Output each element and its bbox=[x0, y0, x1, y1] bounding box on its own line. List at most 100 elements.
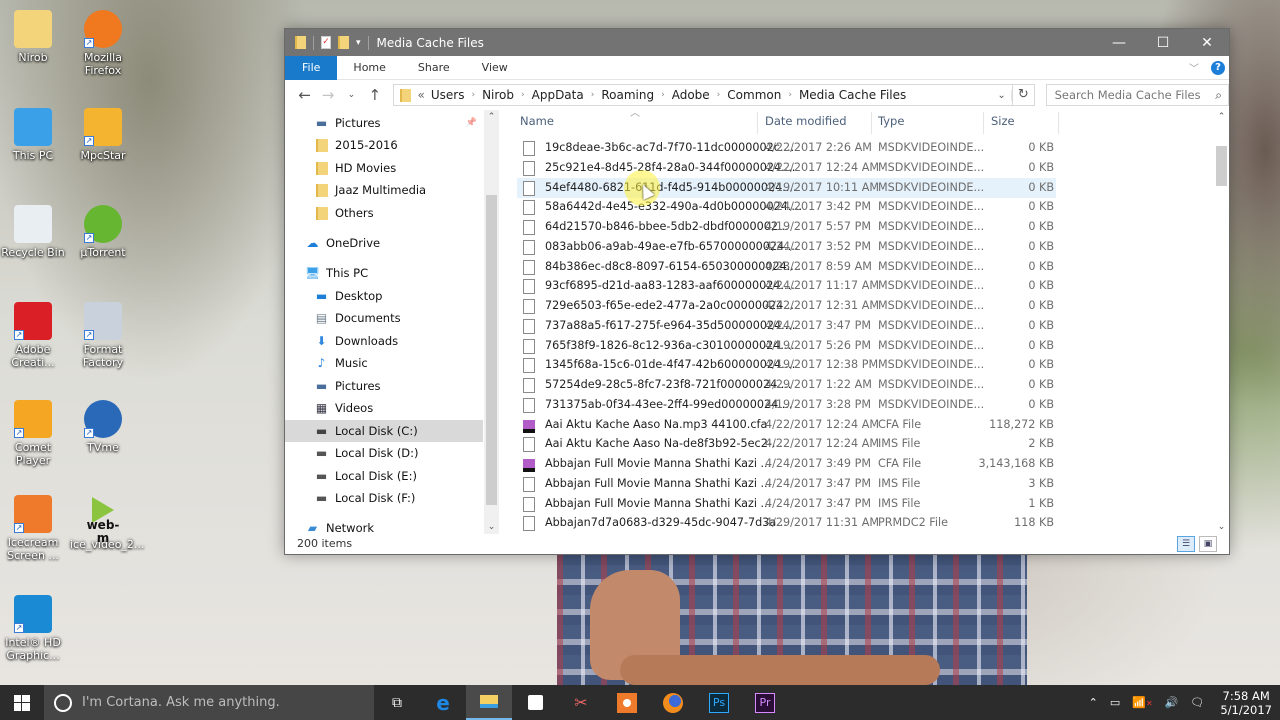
nav-item-others[interactable]: Others bbox=[285, 202, 483, 224]
edge-icon[interactable]: e bbox=[420, 685, 466, 720]
desktop-icon-webm-file[interactable]: web-m ice_video_2... bbox=[70, 495, 144, 551]
start-button[interactable] bbox=[0, 685, 44, 720]
nav-item-pictures[interactable]: ▬ Pictures 📌 bbox=[285, 112, 483, 134]
refresh-button[interactable]: ↻ bbox=[1013, 84, 1035, 106]
file-row[interactable]: 083abb06-a9ab-49ae-e7fb-657000000024....… bbox=[517, 237, 1056, 257]
cortana-search-box[interactable]: I'm Cortana. Ask me anything. bbox=[44, 685, 374, 720]
recent-locations-button[interactable]: ⌄ bbox=[340, 90, 363, 100]
forward-button[interactable]: → bbox=[316, 86, 339, 104]
scroll-up-arrow[interactable]: ⌃ bbox=[1214, 112, 1229, 122]
tab-view[interactable]: View bbox=[466, 56, 524, 80]
nav-item-documents[interactable]: ▤ Documents bbox=[285, 307, 483, 329]
desktop-icon-adobe-cc[interactable]: ↗ Adobe Creati... bbox=[0, 302, 66, 369]
properties-icon[interactable]: ✓ bbox=[321, 36, 331, 49]
desktop-icon-this-pc[interactable]: This PC bbox=[0, 108, 66, 162]
address-bar[interactable]: « Users › Nirob › AppData › Roaming › Adobe › Comm… bbox=[392, 84, 1014, 106]
close-button[interactable]: ✕ bbox=[1185, 29, 1229, 56]
breadcrumb-item[interactable]: Media Cache Files bbox=[799, 88, 906, 102]
scroll-up-arrow[interactable]: ⌃ bbox=[484, 112, 499, 122]
nav-item-music[interactable]: ♪ Music bbox=[285, 352, 483, 374]
file-row[interactable]: 58a6442d-4e45-e332-490a-4d0b00000024....… bbox=[517, 197, 1056, 217]
nav-item-this-pc[interactable]: 🖥 This PC bbox=[285, 262, 483, 284]
file-row[interactable]: Aai Aktu Kache Aaso Na.mp3 44100.cfa 4/22… bbox=[517, 415, 1056, 435]
column-separator[interactable] bbox=[1058, 112, 1059, 134]
file-explorer-icon[interactable] bbox=[466, 685, 512, 720]
file-row[interactable]: Aai Aktu Kache Aaso Na-de8f3b92-5ec2-...… bbox=[517, 434, 1056, 454]
breadcrumb-chevron-icon[interactable]: › bbox=[717, 90, 721, 100]
desktop-icon-user-folder[interactable]: Nirob bbox=[0, 10, 66, 64]
file-row[interactable]: 19c8deae-3b6c-ac7d-7f70-11dc0000002c....… bbox=[517, 138, 1056, 158]
file-row[interactable]: 731375ab-0f34-43ee-2ff4-99ed00000024....… bbox=[517, 395, 1056, 415]
file-row[interactable]: 729e6503-f65e-ede2-477a-2a0c00000024....… bbox=[517, 296, 1056, 316]
wifi-disconnected-icon[interactable]: 📶✕ bbox=[1132, 696, 1152, 709]
back-button[interactable]: ← bbox=[293, 86, 316, 104]
nav-item-2015-2016[interactable]: 2015-2016 bbox=[285, 134, 483, 156]
breadcrumb-chevron-icon[interactable]: › bbox=[591, 90, 595, 100]
breadcrumb-chevron-icon[interactable]: › bbox=[471, 90, 475, 100]
file-row[interactable]: 93cf6895-d21d-aa83-1283-aaf600000024....… bbox=[517, 276, 1056, 296]
column-separator[interactable] bbox=[983, 112, 984, 134]
overflow-crumb[interactable]: « bbox=[418, 88, 425, 102]
tab-home[interactable]: Home bbox=[337, 56, 401, 80]
column-separator[interactable] bbox=[757, 112, 758, 134]
file-row[interactable]: 765f38f9-1826-8c12-936a-c30100000024....… bbox=[517, 336, 1056, 356]
column-header-name[interactable]: Name bbox=[520, 114, 554, 134]
address-dropdown-icon[interactable]: ⌄ bbox=[992, 89, 1013, 101]
large-icons-view-button[interactable]: ▣ bbox=[1199, 536, 1217, 552]
breadcrumb-item[interactable]: Common bbox=[727, 88, 781, 102]
file-row[interactable]: Abbajan Full Movie Manna Shathi Kazi ...… bbox=[517, 494, 1056, 514]
breadcrumb-chevron-icon[interactable]: › bbox=[521, 90, 525, 100]
desktop-icon-recycle-bin[interactable]: Recycle Bin bbox=[0, 205, 66, 259]
breadcrumb-chevron-icon[interactable]: › bbox=[661, 90, 665, 100]
maximize-button[interactable]: ☐ bbox=[1141, 29, 1185, 56]
customize-qat-icon[interactable]: ▾ bbox=[356, 38, 361, 48]
file-row[interactable]: 57254de9-28c5-8fc7-23f8-721f00000024....… bbox=[517, 375, 1056, 395]
nav-pane-scrollbar[interactable]: ⌃ ⌄ bbox=[484, 110, 499, 534]
nav-item-downloads[interactable]: ⬇ Downloads bbox=[285, 330, 483, 352]
desktop-icon-utorrent[interactable]: ↗ µTorrent bbox=[70, 205, 136, 259]
desktop-icon-intel-graphics[interactable]: ↗ Intel® HD Graphic... bbox=[0, 595, 66, 662]
file-row[interactable]: 64d21570-b846-bbee-5db2-dbdf0000002... 4/… bbox=[517, 217, 1056, 237]
scroll-down-arrow[interactable]: ⌄ bbox=[1214, 522, 1229, 532]
show-hidden-icons[interactable]: ⌃ bbox=[1089, 696, 1098, 709]
pin-icon[interactable]: 📌 bbox=[466, 118, 477, 128]
firefox-icon[interactable] bbox=[650, 685, 696, 720]
details-view-button[interactable]: ☰ bbox=[1177, 536, 1195, 552]
help-icon[interactable]: ? bbox=[1211, 60, 1225, 75]
volume-icon[interactable]: 🔊 bbox=[1165, 696, 1179, 709]
scroll-down-arrow[interactable]: ⌄ bbox=[484, 522, 499, 532]
file-row[interactable]: 737a88a5-f617-275f-e964-35d500000024....… bbox=[517, 316, 1056, 336]
desktop-icon-tvme[interactable]: ↗ TVme bbox=[70, 400, 136, 454]
action-center-icon[interactable]: 🗨 bbox=[1190, 696, 1204, 709]
nav-item-desktop[interactable]: ▬ Desktop bbox=[285, 285, 483, 307]
breadcrumb-item[interactable]: Roaming bbox=[601, 88, 654, 102]
battery-icon[interactable]: ▭ bbox=[1110, 696, 1120, 709]
desktop-icon-mpcstar[interactable]: ↗ MpcStar bbox=[70, 108, 136, 162]
tab-file[interactable]: File bbox=[285, 55, 338, 80]
column-header-date[interactable]: Date modified bbox=[765, 114, 847, 134]
breadcrumb-item[interactable]: Users bbox=[431, 88, 465, 102]
file-row[interactable]: 25c921e4-8d45-28f4-28a0-344f00000024....… bbox=[517, 158, 1056, 178]
file-row[interactable]: Abbajan7d7a0683-d329-45dc-9047-7d3a... 4/… bbox=[517, 513, 1056, 533]
file-row[interactable]: 84b386ec-d8c8-8097-6154-650300000024....… bbox=[517, 257, 1056, 277]
column-header-size[interactable]: Size bbox=[991, 114, 1015, 134]
nav-item-pictures[interactable]: ▬ Pictures bbox=[285, 375, 483, 397]
photoshop-icon[interactable]: Ps bbox=[696, 685, 742, 720]
title-bar[interactable]: ✓ ▾ Media Cache Files — ☐ ✕ bbox=[285, 29, 1229, 56]
task-view-icon[interactable]: ⧉ bbox=[374, 685, 420, 720]
tab-share[interactable]: Share bbox=[402, 56, 466, 80]
nav-item-videos[interactable]: ▦ Videos bbox=[285, 397, 483, 419]
nav-item-local-disk-d[interactable]: ▬ Local Disk (D:) bbox=[285, 442, 483, 464]
breadcrumb-item[interactable]: AppData bbox=[532, 88, 584, 102]
minimize-button[interactable]: — bbox=[1097, 29, 1141, 56]
snipping-tool-icon[interactable]: ✂ bbox=[558, 685, 604, 720]
desktop-icon-format-factory[interactable]: ↗ Format Factory bbox=[70, 302, 136, 369]
nav-item-local-disk-e[interactable]: ▬ Local Disk (E:) bbox=[285, 465, 483, 487]
nav-scroll-thumb[interactable] bbox=[486, 195, 497, 505]
file-scroll-thumb[interactable] bbox=[1216, 146, 1227, 186]
file-row[interactable]: Abbajan Full Movie Manna Shathi Kazi ...… bbox=[517, 454, 1056, 474]
nav-item-hd-movies[interactable]: HD Movies bbox=[285, 157, 483, 179]
clock[interactable]: 7:58 AM 5/1/2017 bbox=[1216, 689, 1272, 717]
desktop-icon-comet-player[interactable]: ↗ Comet Player bbox=[0, 400, 66, 467]
file-list-scrollbar[interactable]: ⌃ ⌄ bbox=[1214, 110, 1229, 534]
